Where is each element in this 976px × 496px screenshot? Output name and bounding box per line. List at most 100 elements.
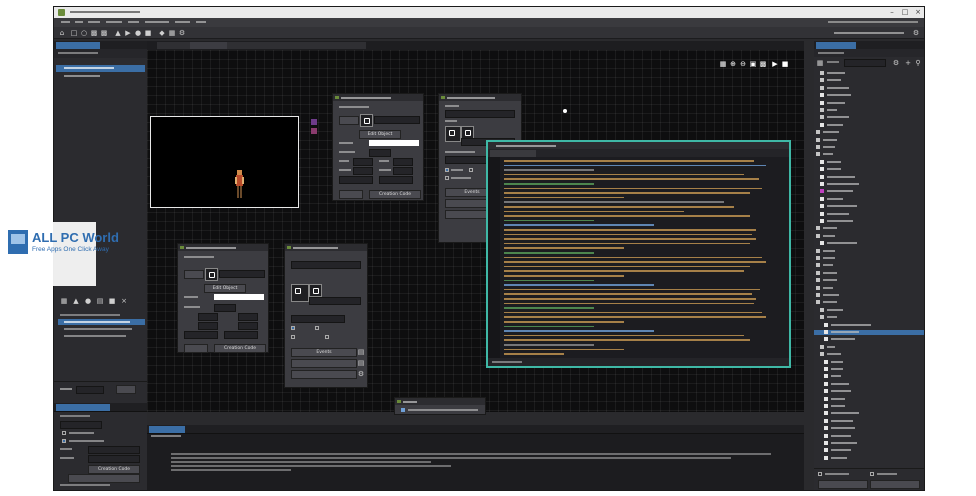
edit-object-button[interactable]: Edit Object — [204, 284, 246, 293]
code-line[interactable] — [504, 334, 744, 337]
x-field[interactable] — [184, 331, 218, 339]
menu-item-5[interactable] — [128, 21, 139, 23]
visible-checkbox[interactable] — [445, 168, 449, 172]
height-field[interactable] — [88, 455, 140, 463]
parent-icon[interactable]: ▤ — [357, 359, 365, 367]
tree-item[interactable] — [814, 174, 924, 180]
uses-physics-checkbox[interactable] — [325, 335, 329, 339]
clean-icon[interactable]: ◆ — [158, 29, 166, 37]
code-line[interactable] — [504, 160, 754, 162]
maximize-icon[interactable]: □ — [899, 7, 911, 18]
code-line[interactable] — [504, 293, 752, 295]
code-line[interactable] — [504, 284, 654, 286]
tree-item[interactable] — [814, 293, 924, 298]
instance-window-header[interactable] — [333, 94, 423, 101]
creation-code-button[interactable]: Creation Code — [88, 465, 140, 474]
code-line[interactable] — [504, 192, 750, 194]
tree-item[interactable] — [814, 396, 924, 402]
object-name-field[interactable] — [445, 110, 515, 118]
checkbox-1[interactable] — [62, 431, 66, 435]
event-item[interactable] — [408, 409, 478, 411]
player-sprite[interactable] — [234, 170, 245, 205]
tab-editor-4[interactable] — [262, 42, 298, 49]
events-window-header[interactable] — [395, 398, 485, 405]
persistent-checkbox[interactable] — [445, 176, 449, 180]
tree-item[interactable] — [814, 337, 924, 342]
properties-dropdown[interactable] — [60, 421, 102, 429]
tree-item[interactable] — [814, 226, 924, 231]
code-line[interactable] — [504, 265, 750, 268]
code-line[interactable] — [504, 344, 594, 346]
parent-button[interactable] — [291, 359, 357, 368]
code-line[interactable] — [504, 316, 766, 318]
code-line[interactable] — [504, 256, 762, 259]
tree-item[interactable] — [814, 189, 924, 194]
menu-item-6[interactable] — [145, 21, 169, 23]
code-line[interactable] — [504, 339, 750, 341]
code-line[interactable] — [504, 173, 744, 176]
code-line[interactable] — [504, 224, 654, 226]
stop-icon[interactable]: ■ — [144, 29, 152, 37]
delete-layer-icon[interactable]: × — [120, 297, 128, 305]
tree-item[interactable] — [814, 256, 924, 261]
rotation-field[interactable] — [214, 304, 236, 312]
minimize-icon[interactable]: – — [886, 7, 898, 18]
solid-checkbox[interactable] — [315, 326, 319, 330]
colour-swatch[interactable] — [369, 140, 419, 146]
y-field[interactable] — [379, 176, 413, 184]
play-room-icon[interactable]: ▶ — [771, 60, 779, 68]
play-icon[interactable]: ▶ — [124, 29, 132, 37]
code-line[interactable] — [504, 206, 734, 208]
menu-item-3[interactable] — [88, 21, 100, 23]
tree-item[interactable] — [814, 137, 924, 143]
tree-item[interactable] — [814, 130, 924, 135]
tree-item[interactable] — [814, 300, 924, 305]
flip-y-field[interactable] — [238, 313, 258, 321]
tree-item[interactable] — [814, 278, 924, 283]
tab-draw-gui[interactable] — [490, 150, 536, 157]
x-field[interactable] — [339, 176, 373, 184]
save-all-icon[interactable]: ▩ — [100, 29, 108, 37]
object-field[interactable] — [219, 270, 265, 278]
tree-item[interactable] — [814, 93, 924, 98]
tree-item[interactable] — [814, 344, 924, 350]
list-item[interactable] — [58, 333, 145, 339]
save-icon[interactable]: ▩ — [90, 29, 98, 37]
tree-item[interactable] — [814, 78, 924, 83]
depth-toggle-button[interactable] — [116, 385, 136, 394]
tree-item[interactable] — [814, 159, 924, 165]
whole-word-checkbox[interactable] — [818, 472, 822, 476]
tree-item[interactable] — [814, 359, 924, 365]
code-line[interactable] — [504, 233, 752, 236]
gear-icon[interactable]: ⚙ — [892, 59, 900, 67]
events-icon[interactable]: ▤ — [357, 348, 365, 356]
checkbox-2[interactable] — [62, 439, 66, 443]
tree-item[interactable] — [814, 211, 924, 217]
find-previous-button[interactable] — [818, 480, 868, 489]
scale-x-field[interactable] — [353, 167, 373, 175]
tree-item[interactable] — [814, 182, 924, 187]
tree-item[interactable] — [814, 367, 924, 372]
sprite-icon[interactable] — [445, 126, 461, 142]
build-icon[interactable]: ▲ — [114, 29, 122, 37]
tree-item[interactable] — [814, 85, 924, 91]
variables-button[interactable] — [184, 344, 208, 353]
code-line[interactable] — [504, 330, 654, 332]
tree-item[interactable] — [814, 204, 924, 209]
zoom-out-icon[interactable]: ⊖ — [739, 60, 747, 68]
colour-swatch[interactable] — [214, 294, 264, 300]
rotation-field[interactable] — [369, 149, 391, 157]
tab-output[interactable] — [149, 426, 185, 433]
room-view[interactable] — [150, 116, 299, 208]
tab-editor-5[interactable] — [295, 42, 333, 49]
tab-editor-3[interactable] — [227, 42, 265, 49]
tab-resources[interactable] — [816, 42, 856, 49]
instance-icon[interactable]: ● — [84, 297, 92, 305]
tree-item[interactable] — [814, 381, 924, 387]
code-line[interactable] — [504, 178, 759, 180]
tree-item[interactable] — [814, 219, 924, 224]
tab-editor-1[interactable] — [157, 42, 193, 49]
settings-icon[interactable]: ⚙ — [178, 29, 186, 37]
tree-item[interactable] — [814, 433, 924, 439]
code-line[interactable] — [504, 219, 594, 222]
